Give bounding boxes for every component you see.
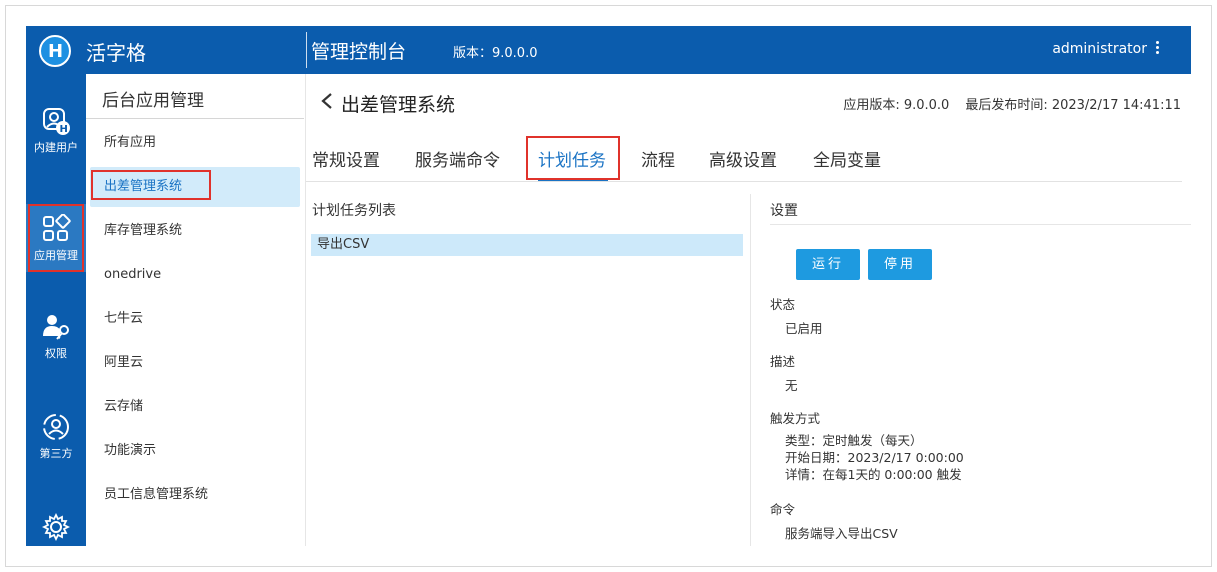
rail-item-third-party[interactable]: 第三方 bbox=[26, 402, 86, 480]
sidebar-item-aliyun[interactable]: 阿里云 bbox=[90, 343, 300, 383]
status-value: 已启用 bbox=[785, 321, 823, 336]
sidebar-item-onedrive[interactable]: onedrive bbox=[90, 255, 300, 295]
tab-advanced[interactable]: 高级设置 bbox=[709, 146, 777, 171]
tab-server-commands[interactable]: 服务端命令 bbox=[415, 146, 500, 171]
rail-item-permissions[interactable]: 权限 bbox=[26, 302, 86, 380]
description-value: 无 bbox=[785, 378, 798, 393]
sidebar-title: 后台应用管理 bbox=[102, 91, 204, 111]
trigger-label: 触发方式 bbox=[770, 411, 821, 426]
sidebar-item-employee[interactable]: 员工信息管理系统 bbox=[90, 475, 300, 515]
settings-panel: 设置 运行 停用 状态 已启用 描述 无 触发方式 类型：定时触发（每天） 开始… bbox=[770, 194, 1191, 546]
run-button[interactable]: 运行 bbox=[796, 249, 860, 280]
chevron-left-icon[interactable] bbox=[320, 92, 334, 110]
main-content: 出差管理系统 应用版本: 9.0.0.0 最后发布时间: 2023/2/17 14… bbox=[306, 74, 1191, 546]
sidebar-item-inventory[interactable]: 库存管理系统 bbox=[90, 211, 300, 251]
app-window: H 活字格 管理控制台 版本：9.0.0.0 administrator H 内… bbox=[26, 26, 1191, 546]
disable-button[interactable]: 停用 bbox=[868, 249, 932, 280]
settings-title: 设置 bbox=[770, 203, 798, 219]
sidebar-item-demo[interactable]: 功能演示 bbox=[90, 431, 300, 471]
divider bbox=[770, 224, 1191, 225]
brand-name: 活字格 bbox=[86, 41, 146, 65]
sidebar-item-all-apps[interactable]: 所有应用 bbox=[90, 123, 300, 163]
user-menu[interactable]: administrator bbox=[1052, 41, 1147, 57]
tab-workflow[interactable]: 流程 bbox=[641, 146, 675, 171]
more-vertical-icon[interactable] bbox=[1154, 40, 1160, 58]
top-bar: H 活字格 管理控制台 版本：9.0.0.0 administrator bbox=[26, 26, 1191, 74]
version-label: 版本：9.0.0.0 bbox=[453, 46, 538, 61]
console-title: 管理控制台 bbox=[311, 41, 407, 63]
logo-icon: H bbox=[39, 35, 71, 67]
command-value: 服务端导入导出CSV bbox=[785, 526, 898, 541]
list-item[interactable]: 导出CSV bbox=[311, 234, 743, 256]
svg-text:H: H bbox=[60, 124, 68, 135]
page-title: 出差管理系统 bbox=[341, 94, 456, 116]
rail-label: 权限 bbox=[45, 347, 67, 360]
highlight-box bbox=[91, 170, 211, 200]
app-sidebar: 后台应用管理 所有应用 出差管理系统 库存管理系统 onedrive 七牛云 阿… bbox=[86, 74, 306, 546]
gear-icon bbox=[41, 512, 71, 542]
app-meta: 应用版本: 9.0.0.0 最后发布时间: 2023/2/17 14:41:11 bbox=[843, 94, 1181, 113]
user-badge-icon: H bbox=[43, 108, 70, 135]
tab-general[interactable]: 常规设置 bbox=[312, 146, 380, 171]
task-list-title: 计划任务列表 bbox=[312, 203, 396, 219]
divider bbox=[86, 118, 304, 119]
user-key-icon bbox=[43, 315, 69, 340]
rail-label: 第三方 bbox=[39, 447, 73, 460]
rail-item-builtin-users[interactable]: H 内建用户 bbox=[26, 96, 86, 174]
tab-bar: 常规设置 服务端命令 计划任务 流程 高级设置 全局变量 bbox=[306, 134, 1182, 182]
rail-label: 内建用户 bbox=[34, 141, 78, 154]
top-divider bbox=[306, 32, 307, 68]
trigger-detail: 详情：在每1天的 0:00:00 触发 bbox=[785, 467, 962, 482]
description-label: 描述 bbox=[770, 354, 796, 369]
highlight-box bbox=[526, 136, 620, 180]
tab-global-variables[interactable]: 全局变量 bbox=[813, 146, 881, 171]
rail-item-settings[interactable] bbox=[26, 502, 86, 546]
highlight-box bbox=[28, 204, 84, 272]
app-version: 应用版本: 9.0.0.0 bbox=[843, 98, 950, 113]
last-published: 最后发布时间: 2023/2/17 14:41:11 bbox=[965, 98, 1181, 113]
left-rail: H 内建用户 应用管理 权限 第三方 bbox=[26, 74, 86, 546]
task-list-panel: 计划任务列表 导出CSV bbox=[306, 194, 751, 546]
sidebar-item-qiniu[interactable]: 七牛云 bbox=[90, 299, 300, 339]
third-party-icon bbox=[43, 414, 69, 440]
command-label: 命令 bbox=[770, 502, 796, 517]
sidebar-item-cloud-storage[interactable]: 云存储 bbox=[90, 387, 300, 427]
status-label: 状态 bbox=[770, 297, 796, 312]
